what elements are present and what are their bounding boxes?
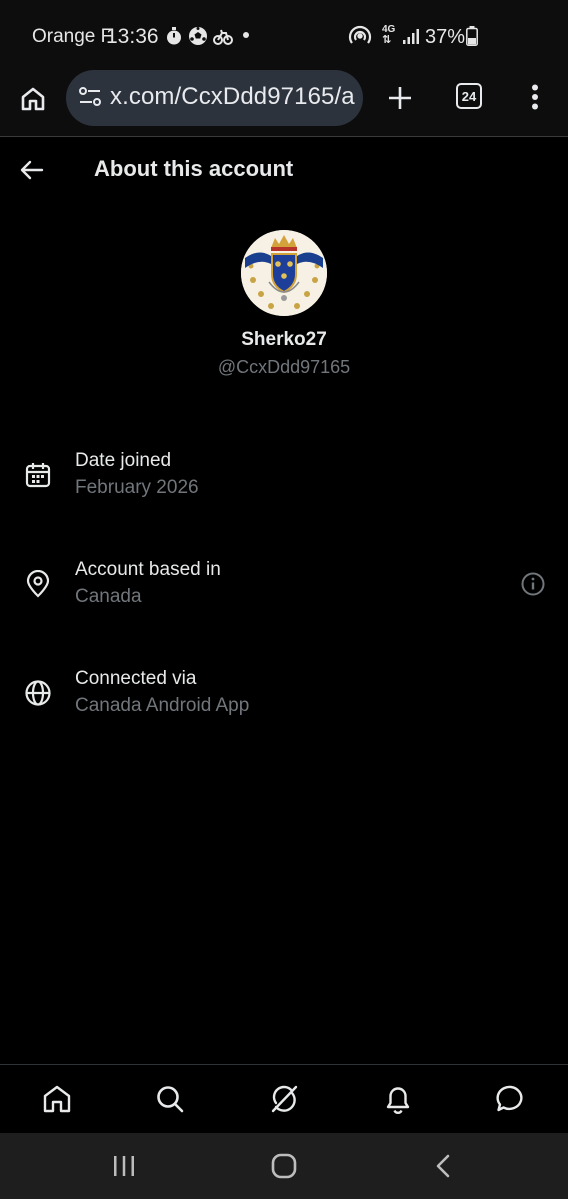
user-handle: @CcxDdd97165 xyxy=(217,357,351,377)
menu-icon xyxy=(532,84,538,110)
hotspot-icon xyxy=(348,25,372,52)
nav-search-button[interactable] xyxy=(152,1081,188,1117)
url-text[interactable]: x.com/CcxDdd97165/a xyxy=(110,83,355,111)
messages-icon xyxy=(496,1085,523,1112)
back-arrow-icon xyxy=(20,160,44,180)
info-row-connected-via: Connected via Canada Android App xyxy=(0,658,568,728)
search-icon xyxy=(157,1086,184,1113)
display-name: Sherko27 xyxy=(241,329,327,350)
grok-icon xyxy=(271,1085,298,1113)
globe-icon xyxy=(25,680,51,706)
tab-count: 24 xyxy=(456,83,482,109)
row-value: Canada xyxy=(75,586,142,607)
row-label: Connected via xyxy=(75,668,197,689)
row-value: Canada Android App xyxy=(75,695,250,716)
battery-icon xyxy=(466,26,478,51)
info-row-account-based-in: Account based in Canada xyxy=(0,549,568,619)
status-bar: Orange F 13:36 4G ⇅ 37% xyxy=(0,0,568,68)
system-nav-bar xyxy=(0,1133,568,1199)
recent-apps-button[interactable] xyxy=(108,1152,140,1180)
recent-apps-icon xyxy=(114,1156,134,1176)
browser-menu-button[interactable] xyxy=(520,81,550,113)
clock: 13:36 xyxy=(106,25,159,48)
row-label: Account based in xyxy=(75,559,221,580)
bottom-nav xyxy=(0,1064,568,1133)
location-pin-icon xyxy=(26,570,50,598)
more-notifications-dot xyxy=(243,32,249,38)
nav-grok-button[interactable] xyxy=(266,1081,302,1117)
address-bar[interactable]: x.com/CcxDdd97165/a xyxy=(66,70,363,126)
avatar[interactable] xyxy=(241,230,327,316)
new-tab-button[interactable] xyxy=(384,82,416,114)
system-home-icon xyxy=(271,1153,297,1179)
battery-percent: 37% xyxy=(425,26,466,48)
system-home-button[interactable] xyxy=(268,1152,300,1180)
site-settings-icon[interactable] xyxy=(78,86,102,113)
tab-switcher-button[interactable]: 24 xyxy=(454,81,484,111)
info-icon xyxy=(521,572,545,596)
system-back-icon xyxy=(436,1154,450,1178)
home-icon xyxy=(21,87,45,111)
network-type: 4G ⇅ xyxy=(382,24,396,46)
football-icon xyxy=(188,26,208,51)
back-button[interactable] xyxy=(20,156,50,184)
row-value: February 2026 xyxy=(75,477,199,498)
royal-arms-icon xyxy=(241,230,327,316)
row-label: Date joined xyxy=(75,450,172,471)
timer-icon xyxy=(165,26,183,51)
browser-home-button[interactable] xyxy=(16,82,50,116)
new-tab-icon xyxy=(389,87,411,109)
calendar-icon xyxy=(25,463,51,488)
carrier-label: Orange F xyxy=(32,26,113,47)
nav-notifications-button[interactable] xyxy=(380,1081,416,1117)
browser-toolbar: x.com/CcxDdd97165/a 24 xyxy=(0,68,568,137)
nav-home-button[interactable] xyxy=(39,1081,75,1117)
page-title: About this account xyxy=(94,156,294,181)
info-row-date-joined: Date joined February 2026 xyxy=(0,440,568,510)
notifications-icon xyxy=(386,1087,410,1114)
home-icon xyxy=(43,1085,71,1113)
bike-icon xyxy=(213,26,233,51)
system-back-button[interactable] xyxy=(427,1152,459,1180)
signal-icon xyxy=(402,27,420,50)
info-button[interactable] xyxy=(520,571,546,597)
nav-messages-button[interactable] xyxy=(493,1081,529,1117)
